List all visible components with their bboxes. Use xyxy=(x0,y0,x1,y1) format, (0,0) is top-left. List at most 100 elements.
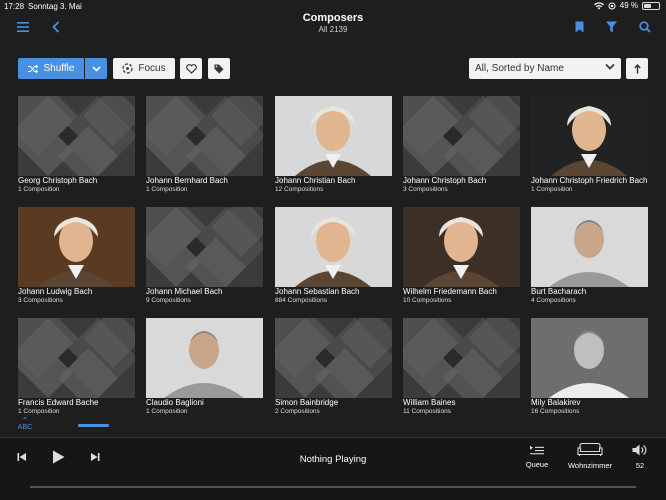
toolbar: Shuffle Focus All, Sorted by Name xyxy=(0,58,666,80)
composer-name: Johann Christoph Friedrich Bach xyxy=(531,176,648,185)
composer-portrait-image xyxy=(531,318,648,398)
composer-card[interactable]: Johann Christoph Friedrich Bach 1 Composi… xyxy=(531,96,648,194)
composition-count: 12 Compositions xyxy=(275,186,324,193)
composition-count: 1 Composition xyxy=(146,186,188,193)
composer-name: Johann Christian Bach xyxy=(275,176,356,185)
zone-label: Wohnzimmer xyxy=(567,460,613,470)
composer-portrait-image xyxy=(18,207,135,287)
sort-select[interactable]: All, Sorted by Name xyxy=(469,58,621,79)
composer-name: Georg Christoph Bach xyxy=(18,176,98,185)
composer-name: Wilhelm Friedemann Bach xyxy=(403,287,497,296)
focus-icon xyxy=(122,63,134,74)
composition-count: 16 Compositions xyxy=(531,408,580,415)
status-right: 49 % xyxy=(593,1,660,10)
composer-portrait-image xyxy=(531,96,648,176)
shuffle-button[interactable]: Shuffle xyxy=(18,58,84,79)
composition-count: 4 Compositions xyxy=(531,297,576,304)
composer-card[interactable]: Mily Balakirev 16 Compositions xyxy=(531,318,648,416)
shuffle-icon xyxy=(27,64,38,73)
sort-select-value: All, Sorted by Name xyxy=(475,63,564,74)
composer-card[interactable]: Johann Bernhard Bach 1 Composition xyxy=(146,96,263,194)
header: Composers All 2139 xyxy=(0,12,666,46)
search-icon[interactable] xyxy=(636,18,654,36)
composer-card[interactable]: Francis Edward Bache 1 Composition xyxy=(18,318,135,416)
title-block: Composers All 2139 xyxy=(0,12,666,34)
composer-name: Francis Edward Bache xyxy=(18,398,99,407)
tag-icon xyxy=(214,64,224,73)
composer-name: Claudio Baglioni xyxy=(146,398,204,407)
sort-direction-button[interactable] xyxy=(626,58,648,79)
composer-card[interactable]: Simon Bainbridge 2 Compositions xyxy=(275,318,392,416)
focus-label: Focus xyxy=(138,63,166,74)
composer-portrait-image xyxy=(275,207,392,287)
orientation-lock-icon xyxy=(608,2,616,9)
arrow-up-icon xyxy=(633,63,641,73)
chevron-down-icon xyxy=(605,63,615,70)
composition-count: 1 Composition xyxy=(531,186,573,193)
battery-icon xyxy=(642,1,660,10)
composer-name: Johann Michael Bach xyxy=(146,287,223,296)
composer-name: Mily Balakirev xyxy=(531,398,581,407)
composer-card[interactable]: Johann Sebastian Bach 884 Compositions xyxy=(275,207,392,305)
status-date: Sonntag 3. Mai xyxy=(28,2,82,11)
composer-card[interactable]: Johann Christoph Bach 3 Compositions xyxy=(403,96,520,194)
volume-icon xyxy=(632,444,647,455)
favorite-button[interactable] xyxy=(180,58,202,79)
composer-card[interactable]: Wilhelm Friedemann Bach 10 Compositions xyxy=(403,207,520,305)
bookmark-icon[interactable] xyxy=(570,18,588,36)
composer-portrait-image xyxy=(403,207,520,287)
volume-value: 52 xyxy=(635,460,645,470)
composer-placeholder-image xyxy=(275,318,392,398)
composition-count: 2 Compositions xyxy=(275,408,320,415)
composition-count: 884 Compositions xyxy=(275,297,328,304)
chevron-up-icon: ⌃ xyxy=(21,416,29,425)
battery-percent: 49 % xyxy=(619,1,638,10)
player-bar: Nothing Playing Queue Wohnzimmer 52 xyxy=(0,437,666,500)
composer-name: Johann Christoph Bach xyxy=(403,176,487,185)
composition-count: 9 Compositions xyxy=(146,297,191,304)
queue-button[interactable]: Queue xyxy=(523,444,551,470)
composition-count: 1 Composition xyxy=(18,408,60,415)
composer-card[interactable]: Johann Christian Bach 12 Compositions xyxy=(275,96,392,194)
filter-icon[interactable] xyxy=(602,18,620,36)
queue-label: Queue xyxy=(525,460,549,469)
page-title: Composers xyxy=(302,12,364,24)
composer-card[interactable]: Johann Ludwig Bach 3 Compositions xyxy=(18,207,135,305)
status-bar: 17:28 Sonntag 3. Mai 49 % xyxy=(0,0,666,12)
status-time: 17:28 xyxy=(4,2,25,11)
composer-portrait-image xyxy=(531,207,648,287)
composer-card[interactable]: Georg Christoph Bach 1 Composition xyxy=(18,96,135,194)
composer-name: Johann Bernhard Bach xyxy=(146,176,228,185)
volume-button[interactable]: 52 xyxy=(628,443,652,470)
composer-placeholder-image xyxy=(18,318,135,398)
composer-placeholder-image xyxy=(146,207,263,287)
zone-button[interactable]: Wohnzimmer xyxy=(565,442,615,470)
composition-count: 1 Composition xyxy=(18,186,60,193)
composer-card[interactable]: Claudio Baglioni 1 Composition xyxy=(146,318,263,416)
composition-count: 11 Compositions xyxy=(403,408,451,415)
composer-name: Johann Ludwig Bach xyxy=(18,287,93,296)
composer-card[interactable]: Burt Bacharach 4 Compositions xyxy=(531,207,648,305)
composition-count: 3 Compositions xyxy=(403,186,448,193)
composer-name: Burt Bacharach xyxy=(531,287,587,296)
scroll-indicator xyxy=(78,424,109,427)
queue-icon xyxy=(530,445,544,455)
composition-count: 3 Compositions xyxy=(18,297,63,304)
composer-portrait-image xyxy=(146,318,263,398)
composer-card[interactable]: Johann Michael Bach 9 Compositions xyxy=(146,207,263,305)
page-subtitle: All 2139 xyxy=(318,25,348,34)
composer-card[interactable]: William Baines 11 Compositions xyxy=(403,318,520,416)
shuffle-options-button[interactable] xyxy=(85,58,107,79)
composition-count: 10 Compositions xyxy=(403,297,452,304)
composition-count: 1 Composition xyxy=(146,408,188,415)
wifi-icon xyxy=(593,1,604,9)
focus-button[interactable]: Focus xyxy=(113,58,175,79)
composer-portrait-image xyxy=(275,96,392,176)
composer-placeholder-image xyxy=(403,318,520,398)
composer-name: Johann Sebastian Bach xyxy=(275,287,360,296)
tag-button[interactable] xyxy=(208,58,230,79)
composer-placeholder-image xyxy=(18,96,135,176)
progress-bar[interactable] xyxy=(30,486,636,488)
alphabet-index-button[interactable]: ⌃ ABC xyxy=(17,416,33,432)
composer-placeholder-image xyxy=(146,96,263,176)
